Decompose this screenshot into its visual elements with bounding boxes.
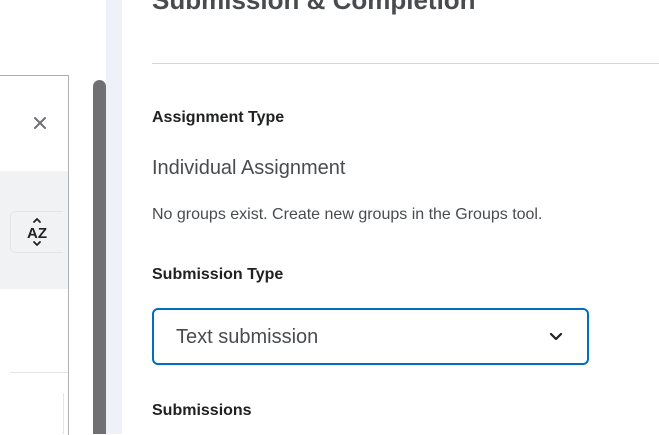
groups-helper-text: No groups exist. Create new groups in th…: [152, 206, 543, 223]
section-title: Submission & Completion: [152, 0, 476, 15]
submission-type-selected: Text submission: [176, 326, 319, 348]
side-panel: AZ: [0, 75, 69, 435]
sort-az-label: AZ: [27, 225, 47, 242]
assignment-type-label: Assignment Type: [152, 109, 285, 126]
main-content: Submission & Completion Assignment Type …: [122, 0, 659, 434]
assignment-type-value: Individual Assignment: [152, 157, 346, 179]
panel-gutter: [106, 0, 122, 434]
submission-type-select[interactable]: Text submission: [152, 308, 589, 365]
list-edge: [63, 393, 64, 434]
list-divider: [10, 372, 68, 373]
close-button[interactable]: [30, 112, 50, 134]
close-icon: [34, 117, 46, 129]
scrollbar-thumb[interactable]: [93, 80, 106, 434]
sort-az-icon: AZ: [27, 218, 47, 246]
submissions-label: Submissions: [152, 402, 252, 419]
chevron-down-icon: [549, 332, 563, 341]
section-divider: [152, 63, 659, 64]
submission-type-label: Submission Type: [152, 266, 284, 283]
sort-button[interactable]: AZ: [10, 211, 63, 253]
